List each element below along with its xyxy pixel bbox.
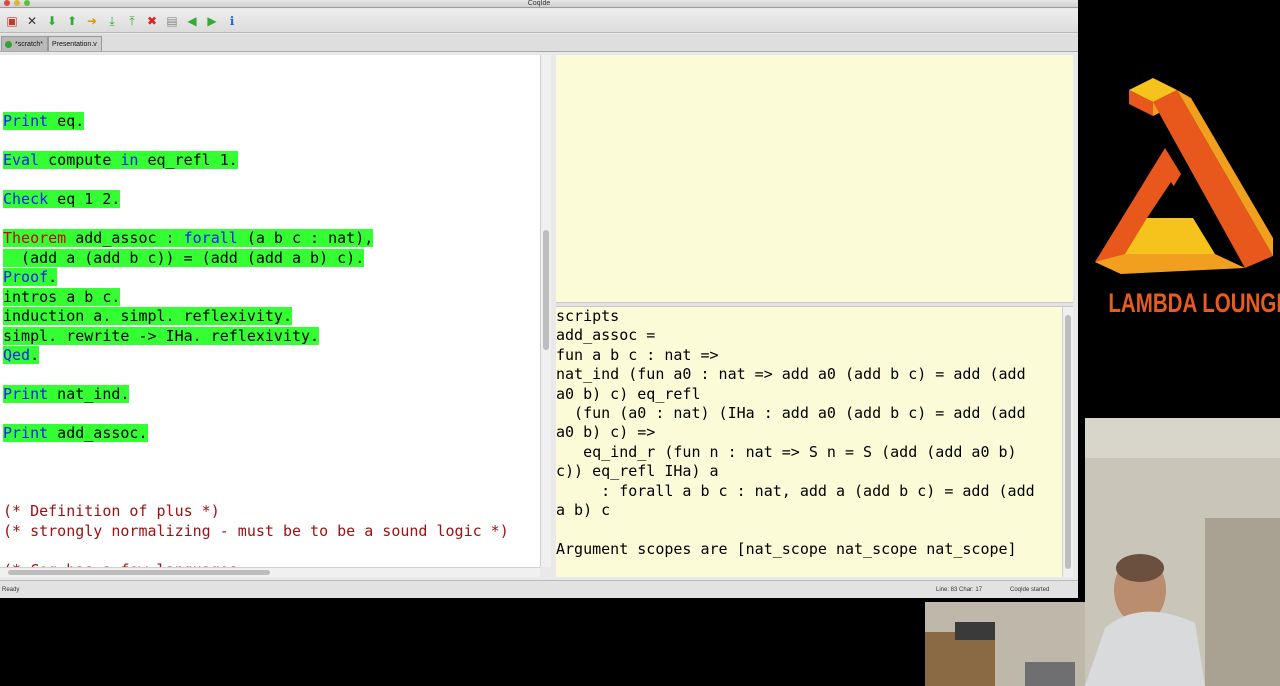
backward-one-icon[interactable]: ⬆ bbox=[62, 11, 82, 31]
code-token: Print bbox=[3, 112, 49, 130]
script-line: intros a b c. bbox=[3, 287, 121, 307]
code-token: Theorem bbox=[3, 229, 67, 247]
tab-scratch[interactable]: *scratch* bbox=[1, 36, 49, 51]
code-token: induction a. simpl. reflexivity. bbox=[3, 307, 292, 325]
code-token: (* Definition of plus *) bbox=[3, 502, 220, 520]
interrupt-icon[interactable]: ✖ bbox=[142, 11, 162, 31]
tab-status-icon bbox=[5, 40, 12, 48]
message-line: a b) c bbox=[556, 501, 611, 519]
code-token: add_assoc. bbox=[48, 424, 148, 442]
next-icon[interactable]: ▶ bbox=[202, 11, 222, 31]
code-token: Print bbox=[3, 385, 49, 403]
save-icon[interactable]: ▣ bbox=[2, 11, 22, 31]
message-line: add_assoc = bbox=[556, 326, 656, 345]
code-token: intros a b c. bbox=[3, 287, 121, 306]
script-line: (* Definition of plus *) bbox=[3, 502, 220, 521]
message-line: Argument scopes are [nat_scope nat_scope… bbox=[556, 539, 1017, 558]
file-icon[interactable]: ▤ bbox=[162, 11, 182, 31]
tab-label: Presentation.v bbox=[52, 40, 97, 48]
code-token: Check bbox=[3, 190, 49, 208]
code-token: Print bbox=[3, 424, 49, 442]
code-token: (a b c : nat), bbox=[237, 229, 374, 247]
scrollbar-thumb[interactable] bbox=[1065, 315, 1071, 569]
code-token: eq 1 2. bbox=[48, 190, 121, 208]
message-line: nat_ind (fun a0 : nat => add a0 (add b c… bbox=[556, 365, 1026, 384]
script-line: Print nat_ind. bbox=[3, 385, 130, 404]
script-line: simpl. rewrite -> IHa. reflexivity. bbox=[3, 326, 320, 346]
message-line: eq_ind_r (fun n : nat => S n = S (add (a… bbox=[556, 442, 1017, 461]
code-token: (add a (add b c)) = (add (add a b) c). bbox=[3, 248, 365, 267]
message-line: c)) eq_refl IHa) a bbox=[556, 462, 719, 481]
script-line: Qed. bbox=[3, 346, 40, 365]
script-line: Print eq. bbox=[3, 112, 85, 131]
status-cursor-position: Line: 83 Char: 17 bbox=[936, 587, 983, 593]
message-line: : forall a b c : nat, add a (add b c) = … bbox=[556, 481, 1035, 500]
message-line: (fun (a0 : nat) (IHa : add a0 (add b c) … bbox=[556, 404, 1026, 422]
brand-title: LAMBDA LOUNGE bbox=[1108, 288, 1280, 318]
script-vertical-scrollbar[interactable] bbox=[540, 55, 551, 567]
script-line: induction a. simpl. reflexivity. bbox=[3, 307, 292, 326]
code-token: simpl. rewrite -> IHa. reflexivity. bbox=[3, 326, 320, 345]
message-line: scripts bbox=[556, 307, 620, 325]
code-token: eq. bbox=[48, 112, 85, 130]
code-token: in bbox=[120, 151, 139, 169]
goals-pane[interactable] bbox=[556, 55, 1073, 302]
tab-bar: *scratch* Presentation.v bbox=[0, 34, 1078, 52]
go-to-cursor-icon[interactable]: ➜ bbox=[82, 11, 102, 31]
message-vertical-scrollbar[interactable] bbox=[1062, 307, 1073, 577]
previous-icon[interactable]: ◀ bbox=[182, 11, 202, 31]
code-token: eq_refl 1. bbox=[138, 151, 238, 169]
code-token: Qed bbox=[3, 346, 31, 364]
script-line: Theorem add_assoc : forall (a b c : nat)… bbox=[3, 229, 374, 248]
script-line: Proof. bbox=[3, 268, 58, 287]
script-line: Check eq 1 2. bbox=[3, 190, 121, 209]
logo-base bbox=[1095, 254, 1245, 274]
script-line: Print add_assoc. bbox=[3, 424, 148, 443]
coqide-window: CoqIde ▣ ✕ ⬇ ⬆ ➜ ⤓ ⤒ ✖ ▤ ◀ ▶ ℹ *scratch* Presentatio… bbox=[0, 0, 1078, 598]
script-line: (add a (add b c)) = (add (add a b) c). bbox=[3, 248, 365, 268]
code-token: nat_ind. bbox=[48, 385, 130, 403]
webcam-feed bbox=[1085, 418, 1280, 686]
script-horizontal-scrollbar[interactable] bbox=[0, 567, 540, 577]
message-pane[interactable]: scripts add_assoc = fun a b c : nat => nat_… bbox=[556, 307, 1062, 577]
code-token: . bbox=[30, 346, 40, 364]
message-line: fun a b c : nat => bbox=[556, 345, 719, 364]
code-token: . bbox=[48, 268, 58, 286]
webcam-feed-desk bbox=[925, 602, 1085, 686]
code-token: Proof bbox=[3, 268, 49, 286]
window-title: CoqIde bbox=[527, 0, 551, 7]
title-bar: CoqIde bbox=[0, 0, 1078, 8]
tab-presentation-v[interactable]: Presentation.v bbox=[48, 36, 102, 51]
status-bar: Ready Line: 83 Char: 17 CoqIde started bbox=[0, 580, 1078, 598]
code-token: compute bbox=[39, 151, 121, 169]
presenter-image bbox=[1085, 418, 1280, 686]
script-line: Eval compute in eq_refl 1. bbox=[3, 151, 238, 170]
code-token: forall bbox=[183, 229, 238, 247]
toolbar: ▣ ✕ ⬇ ⬆ ➜ ⤓ ⤒ ✖ ▤ ◀ ▶ ℹ bbox=[0, 9, 1078, 33]
close-icon[interactable]: ✕ bbox=[22, 11, 42, 31]
code-token: Eval bbox=[3, 151, 40, 169]
forward-one-icon[interactable]: ⬇ bbox=[42, 11, 62, 31]
lambda-lounge-logo-icon bbox=[1095, 78, 1273, 274]
scrollbar-thumb[interactable] bbox=[543, 230, 549, 350]
status-ready: Ready bbox=[2, 587, 20, 593]
message-line: a0 b) c) => bbox=[556, 423, 656, 442]
script-line: (* strongly normalizing - must be to be … bbox=[3, 522, 509, 541]
go-to-end-icon[interactable]: ⤓ bbox=[102, 11, 122, 31]
code-token: add_assoc : bbox=[66, 229, 184, 247]
tab-label: *scratch* bbox=[15, 40, 44, 48]
desk-image bbox=[925, 602, 1085, 686]
code-token: (* strongly normalizing - must be to be … bbox=[3, 521, 509, 540]
about-icon[interactable]: ℹ bbox=[222, 11, 242, 31]
script-editor[interactable]: Print eq. Eval compute in eq_refl 1. Check… bbox=[0, 55, 540, 567]
go-to-start-icon[interactable]: ⤒ bbox=[122, 11, 142, 31]
scrollbar-thumb[interactable] bbox=[8, 570, 270, 575]
message-line: a0 b) c) eq_refl bbox=[556, 384, 701, 403]
status-coq: CoqIde started bbox=[1010, 587, 1050, 593]
